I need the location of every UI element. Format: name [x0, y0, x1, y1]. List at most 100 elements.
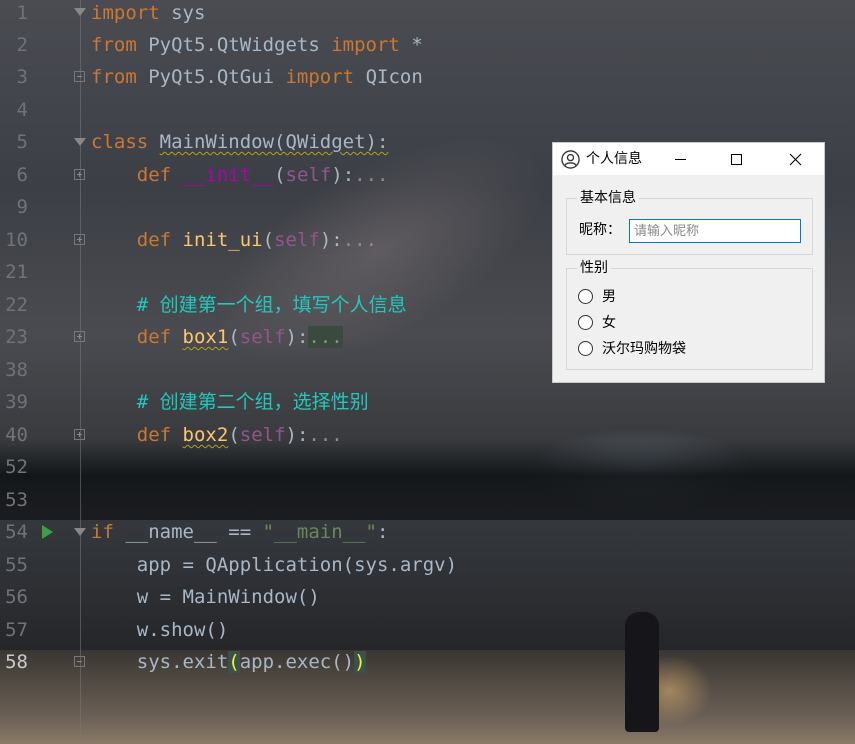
fold-expand-icon[interactable]	[74, 234, 85, 245]
code-line: 52	[0, 451, 855, 483]
code-token: self	[285, 164, 332, 186]
close-button[interactable]	[772, 143, 818, 175]
code-token: box2	[182, 424, 229, 446]
code-line: 39 # 创建第二个组，选择性别	[0, 386, 855, 418]
code-token: sys	[159, 2, 206, 24]
window-titlebar[interactable]: 个人信息	[553, 143, 824, 175]
code-line: 40 def box2(self):...	[0, 419, 855, 451]
code-token: from	[91, 66, 137, 88]
code-text[interactable]: def init_ui(self):...	[91, 224, 377, 256]
radio-button[interactable]	[578, 315, 593, 330]
code-text[interactable]: # 创建第一个组，填写个人信息	[91, 289, 407, 321]
minimize-button[interactable]	[657, 143, 703, 175]
line-number: 2	[16, 34, 28, 56]
code-token: app = QApplication(sys.argv)	[91, 554, 458, 576]
fold-collapse-icon[interactable]	[74, 8, 86, 16]
code-text[interactable]: from PyQt5.QtWidgets import *	[91, 29, 423, 61]
line-number: 4	[16, 99, 28, 121]
code-token: init_ui	[182, 229, 263, 251]
code-token: "__main__"	[262, 521, 377, 543]
code-text[interactable]: w.show()	[91, 614, 229, 646]
code-token: sys.exit	[91, 651, 229, 673]
basic-info-group-title: 基本信息	[577, 190, 639, 206]
personal-info-window: 个人信息 基本信息 昵称： 性别 男 女 沃尔玛购物袋	[552, 142, 825, 383]
code-token: ...	[308, 424, 343, 446]
run-icon[interactable]	[42, 525, 53, 539]
code-token: (	[228, 651, 240, 673]
line-number: 5	[16, 131, 28, 153]
line-number: 23	[5, 326, 28, 348]
code-token: # 创建第一个组，填写个人信息	[136, 294, 407, 316]
radio-label: 沃尔玛购物袋	[602, 341, 686, 357]
code-token: (	[228, 326, 240, 348]
code-token: __init__	[182, 164, 275, 186]
code-token: w.show()	[91, 619, 229, 641]
line-number: 56	[5, 586, 28, 608]
code-token: import	[91, 2, 160, 24]
radio-button[interactable]	[578, 289, 593, 304]
fold-expand-icon[interactable]	[74, 429, 85, 440]
line-number: 22	[5, 294, 28, 316]
line-number: 58	[5, 651, 28, 673]
code-token: def	[136, 229, 172, 251]
line-number: 57	[5, 619, 28, 641]
line-number: 39	[5, 391, 28, 413]
code-text[interactable]: def box1(self):...	[91, 321, 343, 353]
code-text[interactable]: w = MainWindow()	[91, 581, 320, 613]
maximize-icon	[731, 154, 742, 165]
radio-label: 男	[602, 289, 616, 305]
code-token: (	[262, 229, 275, 251]
line-number: 55	[5, 554, 28, 576]
code-token: PyQt5.QtGui	[136, 66, 286, 88]
radio-label: 女	[602, 315, 616, 331]
code-text[interactable]: if __name__ == "__main__":	[91, 516, 388, 548]
line-number: 3	[16, 66, 28, 88]
fold-collapse-icon[interactable]	[74, 138, 86, 146]
line-number: 38	[5, 359, 28, 381]
code-token: (	[228, 424, 240, 446]
fold-end-icon[interactable]	[74, 656, 85, 667]
code-text[interactable]: sys.exit(app.exec())	[91, 646, 366, 678]
code-token: w = MainWindow()	[91, 586, 320, 608]
line-number: 9	[16, 196, 28, 218]
code-text[interactable]: app = QApplication(sys.argv)	[91, 549, 457, 581]
code-text[interactable]: from PyQt5.QtGui import QIcon	[91, 61, 423, 93]
code-token: *	[399, 34, 423, 56]
code-text[interactable]: def __init__(self):...	[91, 159, 389, 191]
code-token: ...	[342, 229, 378, 251]
code-line: 56 w = MainWindow()	[0, 581, 855, 613]
fold-end-icon[interactable]	[74, 71, 85, 82]
code-token: import	[285, 66, 355, 88]
code-text[interactable]: import sys	[91, 0, 205, 29]
fold-expand-icon[interactable]	[74, 331, 85, 342]
code-token: self	[274, 229, 320, 251]
code-token: if	[91, 521, 114, 543]
code-line: 4	[0, 94, 855, 126]
radio-button[interactable]	[578, 341, 593, 356]
code-line: 58 sys.exit(app.exec())	[0, 646, 855, 678]
code-text[interactable]: def box2(self):...	[91, 419, 343, 451]
nickname-input[interactable]	[629, 219, 801, 243]
fold-collapse-icon[interactable]	[74, 528, 86, 536]
code-token: app.exec()	[239, 651, 355, 673]
code-line: 2 from PyQt5.QtWidgets import *	[0, 29, 855, 61]
code-text[interactable]: class MainWindow(QWidget):	[91, 126, 388, 158]
code-line: 55 app = QApplication(sys.argv)	[0, 549, 855, 581]
line-number: 21	[5, 261, 28, 283]
code-line: 54 if __name__ == "__main__":	[0, 516, 855, 548]
maximize-button[interactable]	[713, 143, 759, 175]
line-number: 10	[5, 229, 28, 251]
code-token: import	[331, 34, 400, 56]
code-token: ):	[285, 326, 309, 348]
code-token: PyQt5.QtWidgets	[136, 34, 332, 56]
code-text[interactable]: # 创建第二个组，选择性别	[91, 386, 369, 418]
fold-expand-icon[interactable]	[74, 169, 85, 180]
code-line: 3 from PyQt5.QtGui import QIcon	[0, 61, 855, 93]
line-number: 1	[16, 2, 28, 24]
